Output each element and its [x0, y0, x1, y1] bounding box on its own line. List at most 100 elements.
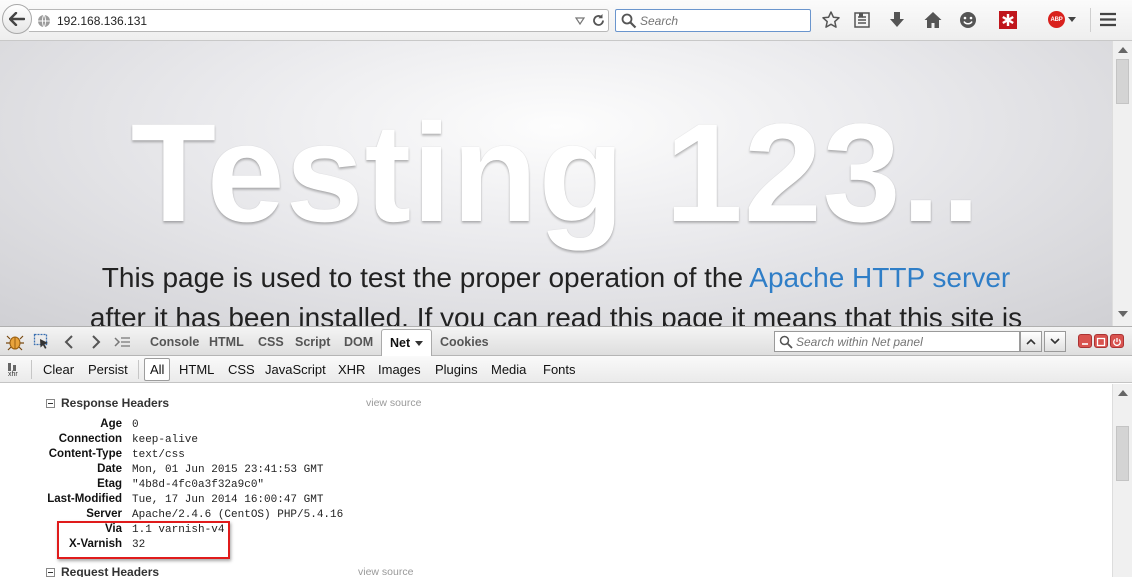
lastpass-asterisk-icon[interactable] — [998, 10, 1018, 30]
scroll-up-arrow-icon[interactable] — [1118, 390, 1128, 396]
tab-console[interactable]: Console — [150, 335, 199, 349]
firebug-scrollbar-thumb[interactable] — [1116, 426, 1129, 481]
request-headers-toggle[interactable]: Request Headers — [46, 565, 159, 577]
header-name: Connection — [58, 433, 122, 445]
minimize-icon — [1082, 343, 1088, 345]
back-button[interactable] — [2, 4, 32, 34]
filter-images[interactable]: Images — [378, 362, 421, 377]
tab-dom[interactable]: DOM — [344, 335, 373, 349]
home-icon[interactable] — [923, 10, 943, 30]
header-name: Last-Modified — [47, 493, 122, 505]
filter-css[interactable]: CSS — [228, 362, 255, 377]
header-name: Age — [100, 418, 122, 430]
globe-icon — [38, 14, 50, 28]
hamburger-menu-icon[interactable] — [1100, 12, 1116, 27]
back-arrow-icon — [9, 12, 25, 26]
power-off-icon — [1113, 338, 1121, 346]
close-firebug-button[interactable] — [1110, 334, 1124, 348]
toolbar-separator — [1090, 8, 1091, 32]
net-panel-search[interactable] — [774, 331, 1020, 352]
social-smiley-icon[interactable] — [958, 10, 978, 30]
filter-html[interactable]: HTML — [179, 362, 214, 377]
tab-html[interactable]: HTML — [209, 335, 244, 349]
header-value: Tue, 17 Jun 2014 16:00:47 GMT — [132, 494, 324, 506]
tab-net-label: Net — [390, 336, 411, 350]
inspect-element-icon[interactable] — [33, 333, 51, 351]
header-row: Last-Modified Tue, 17 Jun 2014 16:00:47 G… — [0, 493, 1000, 508]
browser-search-input[interactable] — [640, 12, 805, 29]
adblock-plus-icon[interactable]: ABP — [1048, 11, 1065, 28]
tab-cookies[interactable]: Cookies — [440, 335, 489, 349]
search-next-button[interactable] — [1044, 331, 1066, 352]
firebug-toolbar: Console HTML CSS Script DOM Net Cookies — [0, 326, 1132, 357]
page-title: Testing 123.. — [130, 94, 982, 251]
request-view-source-link[interactable]: view source — [358, 566, 413, 577]
url-text[interactable]: 192.168.136.131 — [57, 14, 147, 28]
filter-all[interactable]: All — [144, 358, 171, 381]
url-bar[interactable]: 192.168.136.131 — [29, 9, 609, 32]
page-scrollbar-thumb[interactable] — [1116, 59, 1129, 104]
header-row: Etag "4b8d-4fc0a3f32a9c0" — [0, 478, 1000, 493]
header-row: Connection keep-alive — [0, 433, 1000, 448]
persist-button[interactable]: Persist — [88, 362, 128, 377]
header-row: Age 0 — [0, 418, 1000, 433]
bookmarks-list-icon[interactable] — [852, 10, 872, 30]
tab-css[interactable]: CSS — [258, 335, 284, 349]
collapse-toggle-icon[interactable] — [46, 399, 55, 408]
clear-button[interactable]: Clear — [43, 362, 74, 377]
download-icon[interactable] — [887, 10, 907, 30]
firebug-forward-icon[interactable] — [86, 333, 104, 351]
web-page-content: Testing 123.. This page is used to test … — [0, 41, 1112, 326]
apache-http-server-link[interactable]: Apache HTTP server — [749, 262, 1010, 293]
header-name: Etag — [97, 478, 122, 490]
header-name: Date — [97, 463, 122, 475]
net-panel-search-input[interactable] — [796, 334, 1016, 349]
filter-javascript[interactable]: JavaScript — [265, 362, 326, 377]
header-value: text/css — [132, 449, 185, 461]
header-value: "4b8d-4fc0a3f32a9c0" — [132, 479, 265, 491]
search-icon — [621, 13, 637, 29]
net-filter-bar: xhr Clear Persist All HTML CSS JavaScrip… — [0, 356, 1132, 383]
highlight-box — [57, 521, 230, 559]
filter-plugins[interactable]: Plugins — [435, 362, 478, 377]
net-bar-separator — [31, 360, 32, 379]
chevron-down-icon — [1050, 338, 1060, 345]
request-headers-title: Request Headers — [61, 565, 160, 577]
detach-firebug-button[interactable] — [1094, 334, 1108, 348]
page-scrollbar[interactable] — [1112, 41, 1132, 326]
filter-media[interactable]: Media — [491, 362, 526, 377]
header-row: Date Mon, 01 Jun 2015 23:41:53 GMT — [0, 463, 1000, 478]
page-intro-text: This page is used to test the proper ope… — [101, 262, 750, 293]
filter-xhr[interactable]: XHR — [338, 362, 365, 377]
tab-script[interactable]: Script — [295, 335, 330, 349]
header-value: Mon, 01 Jun 2015 23:41:53 GMT — [132, 464, 324, 476]
response-headers-toggle[interactable]: Response Headers — [46, 396, 169, 410]
tab-net[interactable]: Net — [381, 329, 433, 357]
page-intro-line-2: after it has been installed. If you can … — [89, 302, 1023, 326]
firebug-bug-icon[interactable] — [6, 333, 24, 351]
collapse-toggle-icon[interactable] — [46, 568, 55, 577]
browser-search-bar[interactable] — [615, 9, 811, 32]
response-view-source-link[interactable]: view source — [366, 397, 421, 409]
response-headers-title: Response Headers — [61, 396, 170, 410]
scroll-up-arrow-icon[interactable] — [1118, 47, 1128, 53]
adblock-dropdown-icon[interactable] — [1068, 17, 1076, 22]
chevron-up-icon — [1026, 338, 1036, 345]
net-bar-separator — [138, 360, 139, 379]
bookmark-star-icon[interactable] — [821, 10, 841, 30]
command-line-icon[interactable] — [113, 333, 131, 351]
minimize-firebug-button[interactable] — [1078, 334, 1092, 348]
search-icon — [779, 335, 793, 349]
header-row: Content-Type text/css — [0, 448, 1000, 463]
search-prev-button[interactable] — [1020, 331, 1042, 352]
firebug-back-icon[interactable] — [61, 333, 79, 351]
detach-window-icon — [1096, 337, 1106, 347]
reload-icon[interactable] — [591, 13, 606, 28]
url-dropdown-icon[interactable] — [574, 15, 586, 27]
filter-fonts[interactable]: Fonts — [543, 362, 576, 377]
net-dropdown-icon[interactable] — [415, 341, 424, 347]
header-value: Apache/2.4.6 (CentOS) PHP/5.4.16 — [132, 509, 344, 521]
header-name: Server — [86, 508, 122, 520]
firebug-scrollbar[interactable] — [1112, 384, 1132, 577]
scroll-down-arrow-icon[interactable] — [1118, 311, 1128, 317]
